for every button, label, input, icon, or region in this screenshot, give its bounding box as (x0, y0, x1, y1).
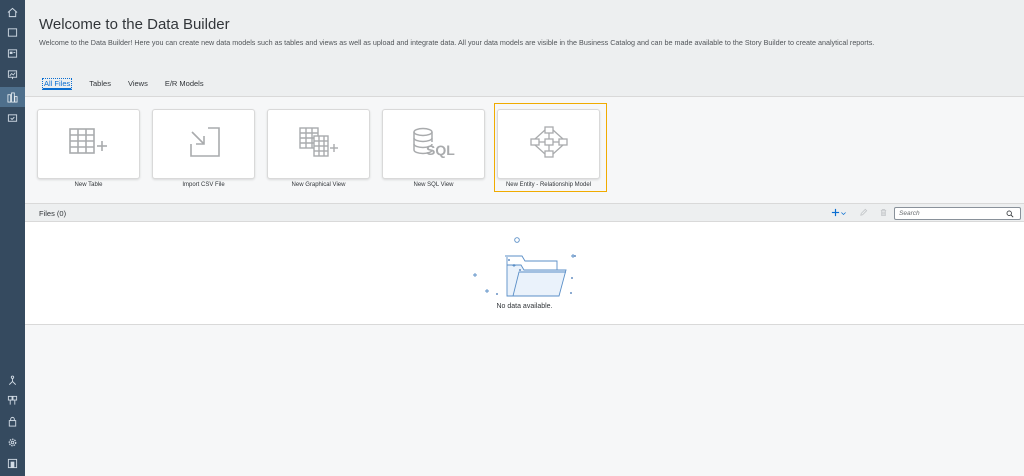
system-icon[interactable] (0, 453, 25, 473)
add-icon (831, 204, 840, 222)
er-model-icon (527, 124, 571, 165)
new-sql-view-tile[interactable]: SQL (382, 109, 485, 179)
graphical-view-icon (297, 124, 341, 165)
new-er-model-tile[interactable] (497, 109, 600, 179)
new-er-model-label: New Entity - Relationship Model (505, 182, 592, 188)
page-header: Welcome to the Data Builder Welcome to t… (25, 0, 1024, 97)
connections-icon[interactable] (0, 370, 25, 390)
story-builder-icon[interactable] (0, 64, 25, 84)
data-builder-icon[interactable] (0, 87, 25, 107)
new-graphical-view-tile[interactable] (267, 109, 370, 179)
files-title: Files (0) (39, 209, 67, 218)
pencil-icon (859, 204, 868, 222)
import-arrow-icon (182, 124, 226, 165)
page-description: Welcome to the Data Builder! Here you ca… (39, 38, 875, 47)
new-graphical-view-label: New Graphical View (291, 182, 346, 188)
files-list: No data available. (25, 222, 1024, 325)
new-table-label: New Table (74, 182, 103, 188)
tab-all-files[interactable]: All Files (42, 78, 73, 90)
edit-button[interactable] (857, 207, 869, 219)
import-csv-label: Import CSV File (182, 182, 225, 188)
sql-icon: SQL (412, 124, 456, 165)
svg-text:SQL: SQL (426, 142, 455, 158)
security-icon[interactable] (0, 411, 25, 431)
home-icon[interactable] (0, 2, 25, 22)
empty-state-text: No data available. (496, 303, 553, 310)
new-table-tile[interactable] (37, 109, 140, 179)
data-integration-icon[interactable] (0, 108, 25, 128)
business-catalog-icon[interactable] (0, 43, 25, 63)
files-toolbar: Files (0) (25, 203, 1024, 222)
empty-folder-icon (469, 234, 581, 304)
new-sql-view-label: New SQL View (413, 182, 454, 188)
create-tiles: New Table Import CSV File New Graphical … (25, 97, 1024, 203)
chevron-down-icon (840, 204, 847, 222)
page-title: Welcome to the Data Builder (39, 16, 230, 33)
import-csv-tile[interactable] (152, 109, 255, 179)
left-navigation (0, 0, 25, 476)
space-management-icon[interactable] (0, 390, 25, 410)
tab-views[interactable]: Views (128, 79, 148, 90)
tab-tables[interactable]: Tables (89, 79, 111, 90)
settings-icon[interactable] (0, 432, 25, 452)
add-button[interactable] (829, 207, 849, 219)
delete-button[interactable] (877, 207, 889, 219)
search-icon[interactable] (1003, 205, 1014, 223)
search-input[interactable] (895, 210, 1003, 217)
tab-er-models[interactable]: E/R Models (165, 79, 204, 90)
table-add-icon (67, 124, 111, 165)
search-field[interactable] (894, 207, 1021, 220)
repository-icon[interactable] (0, 22, 25, 42)
tab-bar: All Files Tables Views E/R Models (42, 78, 221, 90)
trash-icon (879, 204, 888, 222)
